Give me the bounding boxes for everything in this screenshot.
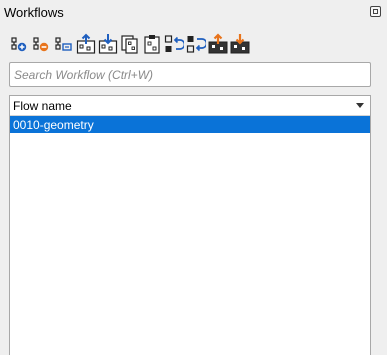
move-down-icon[interactable] [186, 33, 206, 55]
search-workflow-input[interactable] [9, 62, 371, 87]
workflow-toolbar [10, 33, 260, 55]
list-item[interactable]: 0010-geometry [10, 116, 370, 133]
column-header-flow-name[interactable]: Flow name [10, 96, 370, 116]
rename-workflow-icon[interactable] [54, 33, 74, 55]
export-workflow-icon[interactable] [76, 33, 96, 55]
workflows-panel: Workflows Search Workflow (Ctrl+W) Flow … [0, 0, 387, 355]
download-icon[interactable] [230, 33, 250, 55]
sort-down-icon[interactable] [356, 103, 364, 108]
workflow-list: Flow name 0010-geometry [9, 95, 371, 355]
list-item-label: 0010-geometry [13, 118, 94, 132]
paste-workflow-icon[interactable] [142, 33, 162, 55]
remove-workflow-icon[interactable] [32, 33, 52, 55]
column-header-label: Flow name [13, 99, 72, 113]
import-workflow-icon[interactable] [98, 33, 118, 55]
add-workflow-icon[interactable] [10, 33, 30, 55]
move-up-icon[interactable] [164, 33, 184, 55]
float-icon[interactable] [370, 6, 381, 17]
copy-workflow-icon[interactable] [120, 33, 140, 55]
panel-title: Workflows [4, 5, 64, 20]
panel-titlebar: Workflows [0, 0, 387, 26]
upload-icon[interactable] [208, 33, 228, 55]
